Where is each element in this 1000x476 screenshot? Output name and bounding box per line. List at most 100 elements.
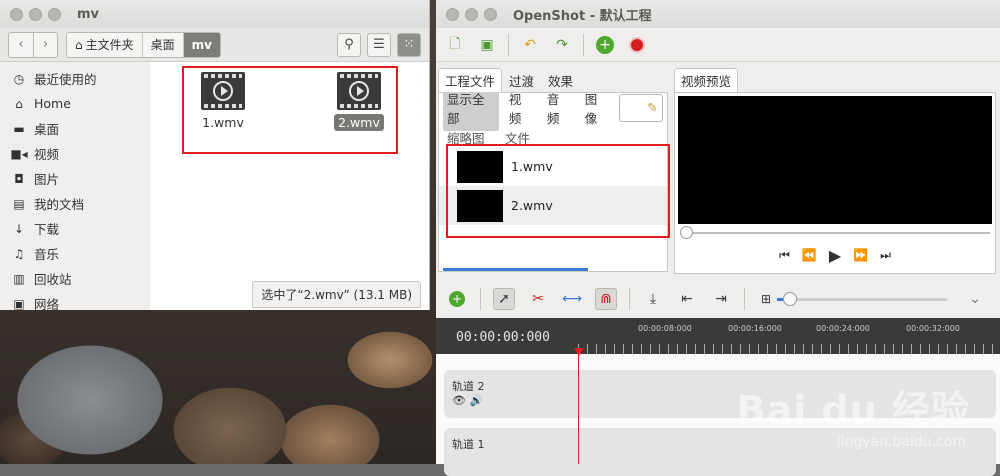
sidebar-item-pictures[interactable]: ◘ 图片: [0, 166, 150, 191]
add-marker-button[interactable]: ⤓: [642, 288, 664, 310]
file-manager-titlebar: mv: [0, 0, 429, 28]
video-camera-icon: ■◂: [10, 146, 28, 161]
highlight-box: [182, 66, 398, 154]
close-button[interactable]: [446, 7, 459, 21]
sidebar-item-label: Home: [34, 96, 71, 111]
plus-circle-icon: +: [449, 291, 465, 307]
breadcrumb-home[interactable]: ⌂ 主文件夹: [67, 32, 143, 57]
status-bar: 选中了“2.wmv” (13.1 MB): [252, 281, 421, 308]
add-track-button[interactable]: +: [446, 288, 468, 310]
tab-project-files[interactable]: 工程文件: [438, 68, 503, 92]
maximize-button[interactable]: [484, 7, 497, 21]
baidu-watermark-url: jingyan.baidu.com: [836, 434, 966, 450]
tab-effects[interactable]: 效果: [541, 68, 580, 92]
ruler-label: 00:00:24:000: [816, 324, 870, 333]
undo-button[interactable]: ↶: [519, 34, 541, 56]
sidebar-item-label: 音乐: [34, 247, 60, 262]
zoom-knob[interactable]: [783, 291, 798, 306]
breadcrumb-label: 主文件夹: [85, 38, 134, 52]
folder-icon: ▬: [13, 121, 25, 136]
arrows-horizontal-icon: ⟷: [561, 291, 583, 307]
close-button[interactable]: [10, 7, 23, 21]
playhead[interactable]: [578, 354, 579, 464]
list-view-button[interactable]: ☰: [367, 32, 391, 57]
select-tool-button[interactable]: ➚: [493, 288, 515, 310]
record-icon: [629, 36, 645, 53]
redo-icon: ↷: [556, 36, 568, 53]
sidebar-item-music[interactable]: ♫ 音乐: [0, 241, 150, 266]
tab-video-preview[interactable]: 视频预览: [674, 68, 739, 92]
next-marker-button[interactable]: ⇥: [710, 288, 732, 310]
redo-button[interactable]: ↷: [551, 34, 573, 56]
list-icon: ☰: [373, 37, 385, 52]
maximize-button[interactable]: [48, 7, 61, 21]
search-button[interactable]: ⚲: [337, 32, 361, 57]
rewind-icon: ⏪: [801, 248, 817, 262]
sidebar-item-trash[interactable]: ▥ 回收站: [0, 266, 150, 291]
back-button[interactable]: ‹: [9, 33, 33, 57]
nav-buttons: ‹ ›: [8, 31, 58, 58]
breadcrumb-label: 桌面: [150, 38, 175, 52]
zoom-slider[interactable]: [777, 291, 948, 306]
rewind-button[interactable]: ⏪: [802, 248, 817, 262]
pointer-icon: ➚: [498, 291, 510, 307]
timeline-ruler[interactable]: 00:00:00:000 00:00:08:000 00:00:16:000 0…: [436, 318, 1000, 354]
sidebar-item-network[interactable]: ▣ 网络: [0, 291, 150, 316]
scroll-indicator: [443, 268, 588, 271]
timeline-menu-button[interactable]: ⌄: [964, 288, 986, 310]
jump-start-button[interactable]: ⏮: [779, 248, 790, 263]
previous-marker-button[interactable]: ⇤: [676, 288, 698, 310]
timeline-toolbar: + ➚ ✂ ⟷ ⋒ ⤓ ⇤ ⇥ ⊞ ⌄: [436, 282, 1000, 316]
sidebar-item-label: 网络: [34, 297, 60, 312]
tab-transitions[interactable]: 过渡: [502, 68, 541, 92]
sidebar-item-home[interactable]: ⌂ Home: [0, 91, 150, 116]
network-icon: ▣: [13, 296, 25, 311]
save-icon: ▣: [480, 36, 494, 53]
eye-icon[interactable]: 👁: [452, 394, 466, 407]
clear-filter-button[interactable]: ✎: [618, 94, 663, 122]
grid-view-button[interactable]: ⁙: [397, 32, 421, 57]
project-tabs: 工程文件 过渡 效果: [438, 68, 580, 92]
plus-circle-icon: +: [596, 35, 614, 54]
window-title: mv: [77, 6, 100, 22]
new-project-button[interactable]: 🗋: [444, 34, 466, 56]
filter-image[interactable]: 图像: [581, 85, 613, 131]
speaker-icon[interactable]: 🔊: [469, 394, 483, 407]
transport-controls: ⏮ ⏪ ▶ ⏩ ⏭: [678, 240, 992, 270]
minimize-button[interactable]: [465, 7, 478, 21]
resize-tool-button[interactable]: ⟷: [561, 288, 583, 310]
sidebar-item-recent[interactable]: ◷ 最近使用的: [0, 66, 150, 91]
seek-knob[interactable]: [680, 226, 693, 239]
sidebar-item-videos[interactable]: ■◂ 视频: [0, 141, 150, 166]
skip-back-icon: ⏮: [779, 247, 790, 262]
broom-icon: ✎: [647, 100, 658, 116]
fast-forward-icon: ⏩: [853, 248, 869, 262]
breadcrumb-mv[interactable]: mv: [183, 32, 220, 57]
track-label: 轨道 2: [452, 380, 485, 393]
open-project-button[interactable]: ▣: [476, 34, 498, 56]
minimize-button[interactable]: [29, 7, 42, 21]
record-button[interactable]: [626, 34, 648, 56]
fast-forward-button[interactable]: ⏩: [853, 248, 868, 262]
snap-button[interactable]: ⋒: [595, 288, 617, 310]
sidebar-item-downloads[interactable]: ↓ 下载: [0, 216, 150, 241]
sidebar-item-label: 视频: [34, 147, 60, 162]
sidebar-item-documents[interactable]: ▤ 我的文档: [0, 191, 150, 216]
previous-marker-icon: ⇤: [681, 291, 693, 307]
play-button[interactable]: ▶: [829, 246, 841, 265]
playhead-marker[interactable]: [574, 348, 584, 356]
undo-icon: ↶: [524, 36, 536, 53]
add-file-button[interactable]: +: [594, 34, 616, 56]
zoom-in-icon[interactable]: ⊞: [761, 292, 771, 306]
jump-end-button[interactable]: ⏭: [880, 248, 891, 263]
sidebar-item-label: 我的文档: [34, 197, 85, 212]
chevron-right-icon: ›: [42, 37, 49, 52]
forward-button[interactable]: ›: [33, 32, 57, 57]
breadcrumb-desktop[interactable]: 桌面: [142, 32, 184, 57]
skip-forward-icon: ⏭: [880, 247, 891, 262]
video-preview-panel: 视频预览 ⏮ ⏪ ▶ ⏩ ⏭: [674, 68, 996, 274]
razor-tool-button[interactable]: ✂: [527, 288, 549, 310]
sidebar-item-desktop[interactable]: ▬ 桌面: [0, 116, 150, 141]
highlight-box: [446, 144, 670, 238]
preview-seek-slider[interactable]: [678, 224, 992, 240]
